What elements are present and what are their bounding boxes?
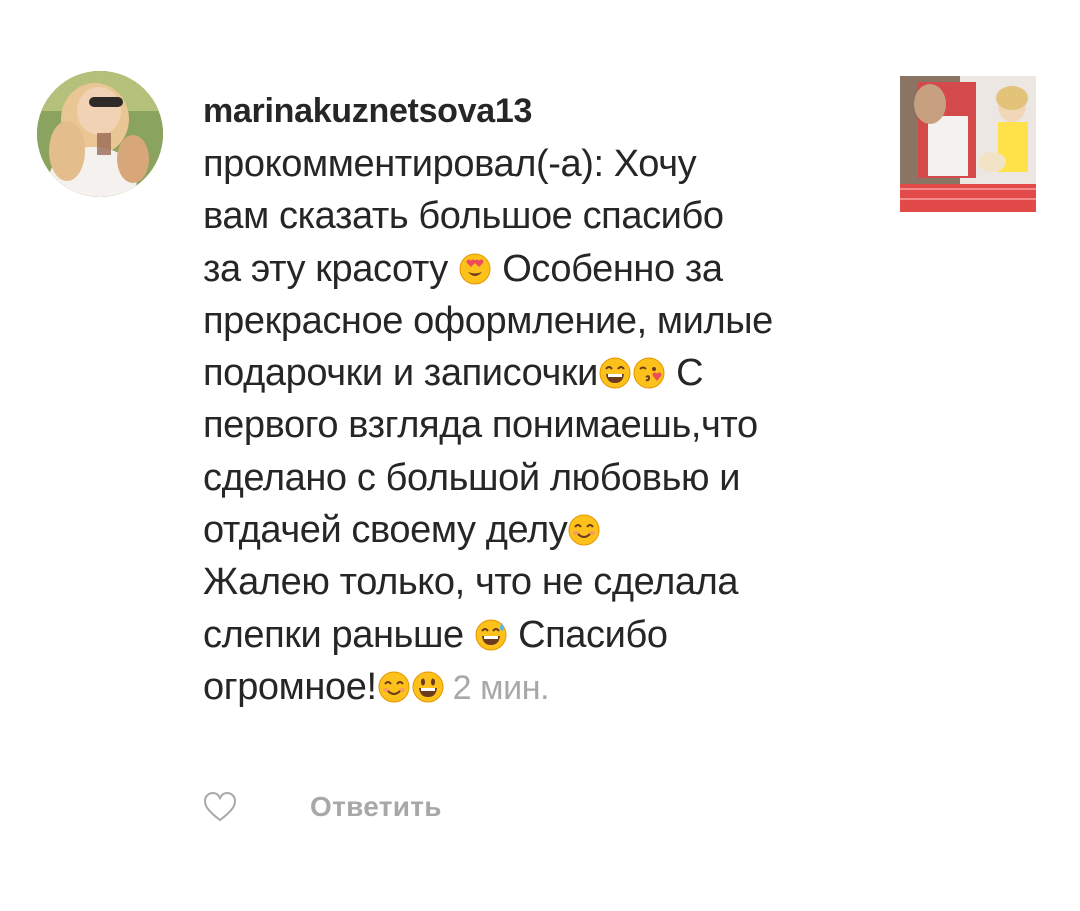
comment-line: Жалею только, что не сделала	[203, 561, 739, 604]
comment-text-segment: отдачей своему делу	[203, 509, 568, 552]
comment-line: вам сказать большое спасибо	[203, 195, 724, 238]
avatar-photo	[37, 71, 163, 197]
timestamp: 2 мин.	[452, 668, 550, 707]
comment-actions: Ответить	[203, 785, 442, 829]
user-avatar[interactable]	[37, 71, 163, 197]
comment-line: слепки раньше Спасибо	[203, 609, 873, 661]
username-link[interactable]: marinakuznetsova13	[203, 86, 873, 136]
comment-text: прокомментировал(-а): Хочу вам сказать б…	[203, 138, 873, 714]
comment-text-segment: огромное!	[203, 665, 377, 708]
comment-line: первого взгляда понимаешь,что	[203, 404, 758, 447]
grinning-emoji	[412, 671, 444, 703]
comment-text-segment: за эту красоту	[203, 247, 459, 290]
grinning-squint-emoji	[599, 357, 631, 389]
comment-line: отдачей своему делу	[203, 504, 873, 556]
comment-text-segment: подарочки и записочки	[203, 352, 598, 395]
heart-outline-icon[interactable]	[203, 791, 237, 823]
comment-line: за эту красоту Особенно за	[203, 243, 873, 295]
comment-line: огромное! 2 мин.	[203, 661, 873, 714]
reply-button[interactable]: Ответить	[310, 791, 442, 823]
heart-eyes-emoji	[459, 253, 491, 285]
comment-text-segment: слепки раньше	[203, 613, 474, 656]
comment-content: marinakuznetsova13 прокомментировал(-а):…	[203, 86, 873, 714]
sweat-smile-emoji	[475, 619, 507, 651]
comment-line: подарочки и записочки С	[203, 347, 873, 399]
smiling-blush-emoji	[568, 514, 600, 546]
comment-line: сделано с большой любовью и	[203, 456, 741, 499]
comment-text-segment: С	[665, 352, 704, 395]
comment-text-segment: Спасибо	[507, 613, 668, 656]
comment-text-segment: Особенно за	[492, 247, 723, 290]
comment-notification: marinakuznetsova13 прокомментировал(-а):…	[0, 0, 1080, 911]
comment-line: прокомментировал(-а): Хочу	[203, 143, 697, 185]
comment-line: прекрасное оформление, милые	[203, 299, 773, 342]
post-thumbnail[interactable]	[900, 76, 1036, 212]
thumbnail-photo	[900, 76, 1036, 212]
kissing-heart-emoji	[633, 357, 665, 389]
smiling-blush-emoji	[378, 671, 410, 703]
